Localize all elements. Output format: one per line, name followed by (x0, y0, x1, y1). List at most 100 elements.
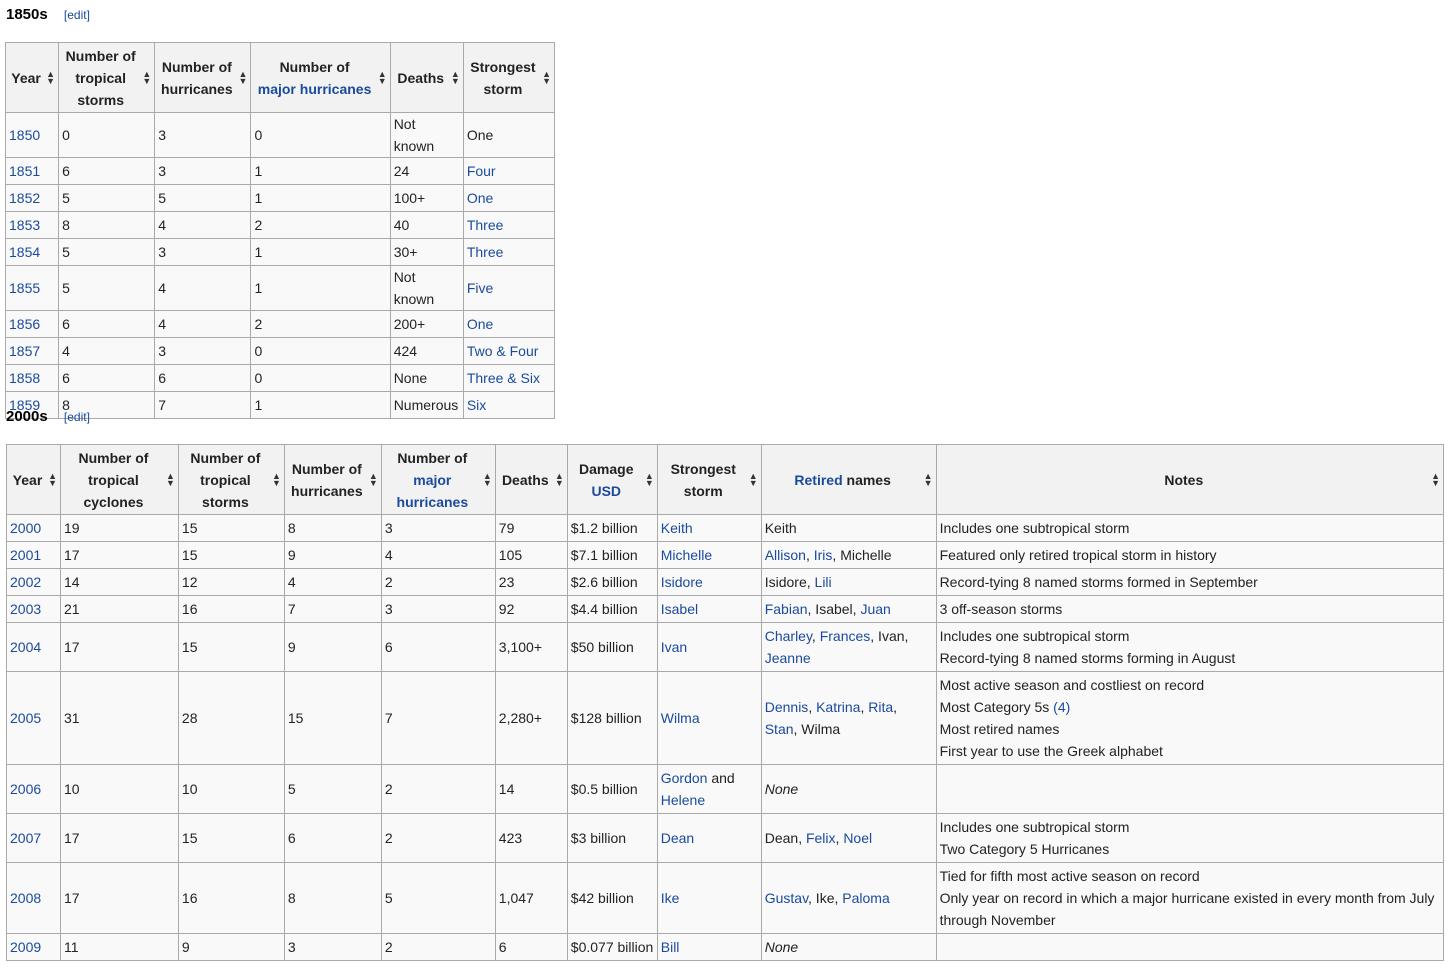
strongest-storm-cell-link[interactable]: Michelle (661, 547, 712, 563)
column-header-number-of-hurricanes[interactable]: Number of hurricanes ▲ ▼ (154, 42, 252, 113)
retired-names-cell-link[interactable]: Frances (820, 628, 871, 644)
column-header-notes[interactable]: Notes ▲ ▼ (935, 444, 1445, 515)
column-header-number-of-hurricanes[interactable]: Number of hurricanes ▲ ▼ (283, 444, 382, 515)
column-header-number-of-tropical-storms[interactable]: Number of tropical storms ▲ ▼ (58, 42, 156, 113)
year-cell-link[interactable]: 2006 (10, 781, 41, 797)
year-cell-link[interactable]: 2003 (10, 601, 41, 617)
edit-link[interactable]: [edit] (64, 410, 90, 424)
column-header-strongest-storm[interactable]: Strongest storm ▲ ▼ (462, 42, 556, 113)
strongest-storm-cell-link[interactable]: Bill (661, 939, 680, 955)
strongest-storm-cell-link[interactable]: Wilma (661, 710, 700, 726)
year-cell-link[interactable]: 1852 (9, 190, 40, 206)
sort-icon[interactable]: ▲ ▼ (239, 69, 248, 85)
retired-names-cell-link[interactable]: Felix (806, 830, 836, 846)
retired-names-cell: Dean, Felix, Noel (760, 813, 937, 863)
sort-icon[interactable]: ▲ ▼ (483, 471, 492, 487)
column-header-number-of-tropical-cyclones[interactable]: Number of tropical cyclones ▲ ▼ (59, 444, 179, 515)
year-cell-link[interactable]: 2005 (10, 710, 41, 726)
strongest-storm-cell-link[interactable]: One (467, 316, 493, 332)
year-cell-link[interactable]: 2002 (10, 574, 41, 590)
year-cell-link[interactable]: 2001 (10, 547, 41, 563)
year-cell-link[interactable]: 2008 (10, 890, 41, 906)
year-cell-link[interactable]: 1853 (9, 217, 40, 233)
strongest-storm-cell-link[interactable]: Three (467, 244, 504, 260)
year-cell-link[interactable]: 1850 (9, 127, 40, 143)
column-header-number-of-major-hurricanes[interactable]: Number of major hurricanes ▲ ▼ (380, 444, 496, 515)
retired-names-cell-link[interactable]: Fabian (765, 601, 808, 617)
column-header-retired-names[interactable]: Retired names ▲ ▼ (760, 444, 937, 515)
column-header-deaths[interactable]: Deaths ▲ ▼ (494, 444, 568, 515)
retired-names-cell-link[interactable]: Jeanne (765, 650, 811, 666)
year-cell-link[interactable]: 2009 (10, 939, 41, 955)
sort-icon[interactable]: ▲ ▼ (378, 69, 387, 85)
header-link[interactable]: Retired (794, 472, 842, 488)
tropical-storms-cell: 15 (177, 541, 285, 569)
retired-names-cell-link[interactable]: Katrina (816, 699, 860, 715)
sort-icon[interactable]: ▲ ▼ (645, 471, 654, 487)
strongest-storm-cell-link[interactable]: One (467, 190, 493, 206)
table-row: 2007 17 15 6 2 423 $3 billion Dean Dean, Felix, … (6, 813, 1445, 863)
strongest-storm-cell-link[interactable]: Two & Four (467, 343, 539, 359)
year-cell-link[interactable]: 1851 (9, 163, 40, 179)
strongest-storm-cell-link[interactable]: Four (467, 163, 496, 179)
strongest-storm-cell-link[interactable]: Dean (661, 830, 694, 846)
year-cell-link[interactable]: 1854 (9, 244, 40, 260)
strongest-storm-cell-link[interactable]: Six (467, 397, 486, 413)
year-cell-link[interactable]: 1857 (9, 343, 40, 359)
strongest-storm-cell-link[interactable]: Gordon (661, 770, 708, 786)
strongest-storm-cell-link[interactable]: Helene (661, 792, 705, 808)
retired-names-cell-link[interactable]: Gustav (765, 890, 808, 906)
strongest-storm-cell-link[interactable]: Ike (661, 890, 680, 906)
retired-names-cell-link[interactable]: Dennis (765, 699, 809, 715)
retired-names-cell-link[interactable]: Stan (765, 721, 794, 737)
note-link[interactable]: (4) (1049, 699, 1070, 715)
retired-names-cell-link[interactable]: Lili (815, 574, 832, 590)
sort-icon[interactable]: ▲ ▼ (1431, 471, 1440, 487)
sort-icon[interactable]: ▲ ▼ (542, 69, 551, 85)
sort-icon[interactable]: ▲ ▼ (749, 471, 758, 487)
strongest-storm-cell-link[interactable]: Three & Six (467, 370, 540, 386)
strongest-storm-cell-link[interactable]: Ivan (661, 639, 687, 655)
year-cell-link[interactable]: 1858 (9, 370, 40, 386)
retired-names-cell-link[interactable]: Paloma (842, 890, 889, 906)
header-link[interactable]: USD (591, 483, 621, 499)
year-cell-link[interactable]: 2000 (10, 520, 41, 536)
column-header-number-of-tropical-storms[interactable]: Number of tropical storms ▲ ▼ (177, 444, 285, 515)
strongest-storm-cell-link[interactable]: Five (467, 280, 493, 296)
column-header-year[interactable]: Year ▲ ▼ (4, 42, 60, 113)
column-header-deaths[interactable]: Deaths ▲ ▼ (389, 42, 464, 113)
strongest-storm-cell-link[interactable]: Keith (661, 520, 693, 536)
column-header-damage-usd[interactable]: Damage USD ▲ ▼ (566, 444, 658, 515)
retired-names-cell-link[interactable]: Noel (843, 830, 872, 846)
retired-names-cell-link[interactable]: Iris (814, 547, 833, 563)
sort-icon[interactable]: ▲ ▼ (451, 69, 460, 85)
strongest-storm-cell-link[interactable]: Three (467, 217, 504, 233)
year-cell-link[interactable]: 1855 (9, 280, 40, 296)
header-link[interactable]: major hurricanes (258, 81, 372, 97)
column-header-strongest-storm[interactable]: Strongest storm ▲ ▼ (656, 444, 762, 515)
year-cell-link[interactable]: 1856 (9, 316, 40, 332)
hurricanes-cell: 4 (154, 265, 252, 311)
retired-names-cell-link[interactable]: Charley (765, 628, 812, 644)
sort-icon[interactable]: ▲ ▼ (48, 471, 57, 487)
sort-icon[interactable]: ▲ ▼ (924, 471, 933, 487)
retired-names-cell-link[interactable]: Allison (765, 547, 806, 563)
tropical-cyclones-cell: 17 (59, 622, 179, 672)
strongest-storm-cell-link[interactable]: Isidore (661, 574, 703, 590)
sort-icon[interactable]: ▲ ▼ (272, 471, 281, 487)
retired-names-cell-link[interactable]: Rita (868, 699, 893, 715)
strongest-storm-cell-link[interactable]: Isabel (661, 601, 698, 617)
sort-icon[interactable]: ▲ ▼ (369, 471, 378, 487)
column-header-year[interactable]: Year ▲ ▼ (6, 444, 61, 515)
sort-icon[interactable]: ▲ ▼ (555, 471, 564, 487)
column-header-number-of-major-hurricanes[interactable]: Number of major hurricanes ▲ ▼ (250, 42, 391, 113)
header-link[interactable]: major hurricanes (397, 472, 469, 510)
edit-link[interactable]: [edit] (64, 8, 90, 22)
sort-icon[interactable]: ▲ ▼ (142, 69, 151, 85)
year-cell-link[interactable]: 2007 (10, 830, 41, 846)
retired-names-cell-link[interactable]: Juan (860, 601, 890, 617)
year-cell-link[interactable]: 2004 (10, 639, 41, 655)
sort-icon[interactable]: ▲ ▼ (166, 471, 175, 487)
sort-icon[interactable]: ▲ ▼ (46, 69, 55, 85)
note-text: Includes one subtropical storm (939, 628, 1130, 644)
